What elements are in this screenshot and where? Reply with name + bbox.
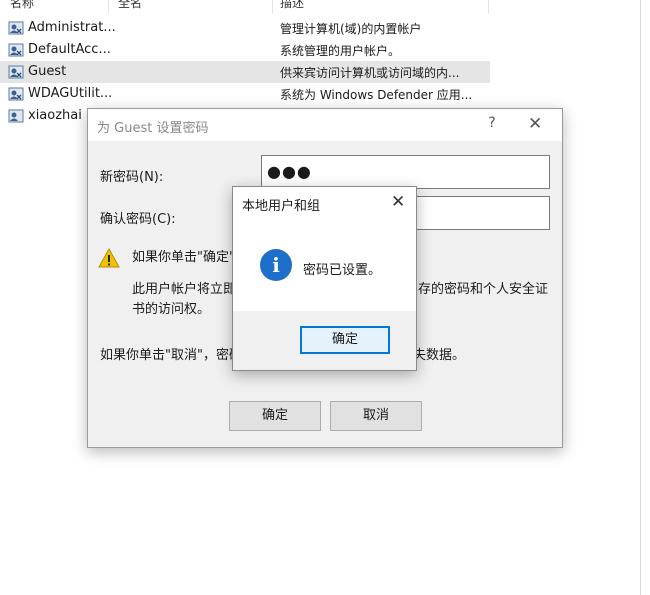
- user-name: WDAGUtilit...: [28, 86, 113, 101]
- user-description: 管理计算机(域)的内置帐户: [280, 22, 422, 36]
- user-account-icon: [8, 21, 24, 35]
- user-account-icon: [8, 109, 24, 123]
- user-account-icon: [8, 87, 24, 101]
- warning-detail-text: 存的密码和个人安全证: [418, 282, 549, 297]
- user-row-defaultaccount[interactable]: DefaultAcc... 系统管理的用户帐户。: [0, 39, 490, 61]
- user-name: DefaultAcc...: [28, 42, 111, 57]
- column-separator: [272, 0, 273, 14]
- column-header-name[interactable]: 名称: [10, 0, 34, 10]
- password-mask: ●●●: [267, 162, 312, 181]
- message-box-footer: 确定: [233, 311, 416, 370]
- user-description: 系统为 Windows Defender 应用...: [280, 88, 473, 102]
- column-separator: [108, 0, 109, 14]
- user-name: Administrat...: [28, 20, 116, 35]
- user-row-wdagutility[interactable]: WDAGUtilit... 系统为 Windows Defender 应用...: [0, 83, 490, 105]
- warning-icon: [98, 248, 120, 268]
- user-row-administrator[interactable]: Administrat... 管理计算机(域)的内置帐户: [0, 17, 490, 39]
- cancel-note-text: 失数据。: [413, 348, 466, 363]
- new-password-label: 新密码(N):: [100, 170, 164, 185]
- message-text: 密码已设置。: [303, 263, 382, 278]
- user-description: 供来宾访问计算机或访问域的内...: [280, 66, 460, 80]
- message-box: 本地用户和组 ✕ i 密码已设置。 确定: [232, 186, 417, 371]
- info-icon: i: [260, 249, 292, 281]
- warning-text: 如果你单击"确定": [132, 250, 235, 265]
- user-name: Guest: [28, 64, 67, 79]
- warning-detail-text: 书的访问权。: [132, 302, 211, 317]
- column-header-description[interactable]: 描述: [280, 0, 304, 10]
- list-border: [640, 0, 641, 595]
- user-account-icon: [8, 65, 24, 79]
- dialog-title-bar[interactable]: 为 Guest 设置密码 ? ✕: [88, 109, 562, 141]
- close-icon[interactable]: ✕: [528, 114, 542, 134]
- message-ok-button[interactable]: 确定: [300, 326, 390, 354]
- user-name: xiaozhai: [28, 108, 82, 123]
- column-separator: [488, 0, 489, 14]
- new-password-field[interactable]: ●●●: [261, 155, 550, 189]
- column-header-fullname[interactable]: 全名: [118, 0, 142, 10]
- user-account-icon: [8, 43, 24, 57]
- message-box-title: 本地用户和组: [242, 199, 321, 214]
- user-description: 系统管理的用户帐户。: [280, 44, 401, 58]
- cancel-note-text: 如果你单击"取消"，密码: [100, 348, 242, 363]
- ok-button[interactable]: 确定: [229, 401, 321, 431]
- dialog-title: 为 Guest 设置密码: [97, 121, 209, 136]
- help-button[interactable]: ?: [484, 115, 500, 131]
- cancel-button[interactable]: 取消: [330, 401, 422, 431]
- user-row-guest[interactable]: Guest 供来宾访问计算机或访问域的内...: [0, 61, 490, 83]
- close-icon[interactable]: ✕: [391, 192, 405, 212]
- confirm-password-label: 确认密码(C):: [100, 212, 176, 227]
- warning-detail-text: 此用户帐户将立即: [132, 282, 237, 297]
